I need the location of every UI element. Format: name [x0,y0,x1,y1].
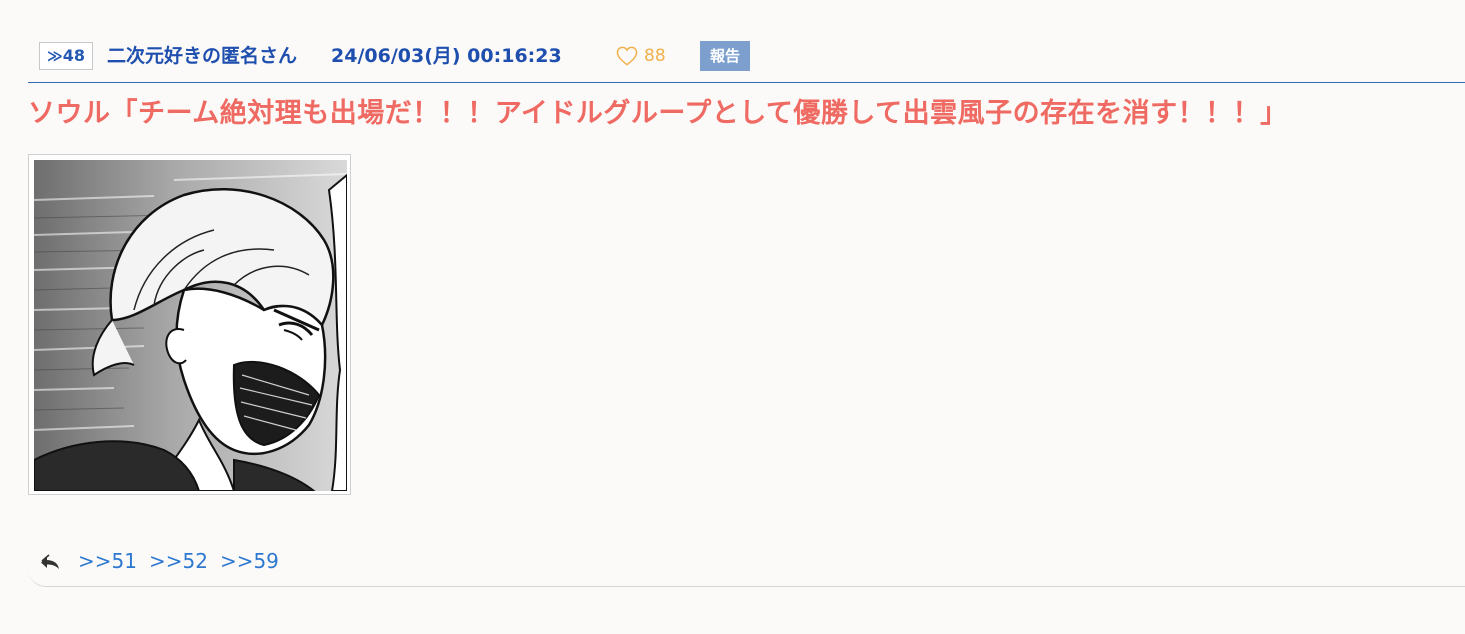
reply-links-row: >>51 >>52 >>59 [28,540,1465,587]
manga-panel-image [34,160,347,491]
like-count: 88 [644,46,666,66]
post-date: 24/06/03(月) 00:16:23 [331,45,562,67]
reply-link-59[interactable]: >>59 [220,548,279,574]
like-button[interactable]: 88 [616,42,666,70]
res-number-link[interactable]: ≫48 [39,42,93,70]
res-number: 48 [62,46,85,65]
double-chevron-right-icon: ≫ [47,47,63,65]
reply-all-icon [41,554,59,569]
report-button[interactable]: 報告 [700,41,750,71]
post-image[interactable] [28,154,351,495]
reply-link-51[interactable]: >>51 [78,548,137,574]
author-name[interactable]: 二次元好きの匿名さん [107,42,297,70]
reply-link-52[interactable]: >>52 [149,548,208,574]
post-header: ≫48 二次元好きの匿名さん 24/06/03(月) 00:16:23 88 報… [28,38,1465,83]
heart-outline-icon [616,46,638,66]
post-title: ソウル「チーム絶対理も出場だ！！！アイドルグループとして優勝して出雲風子の存在を… [28,98,1288,129]
reply-links: >>51 >>52 >>59 [78,548,279,574]
post: ≫48 二次元好きの匿名さん 24/06/03(月) 00:16:23 88 報… [28,38,1465,587]
